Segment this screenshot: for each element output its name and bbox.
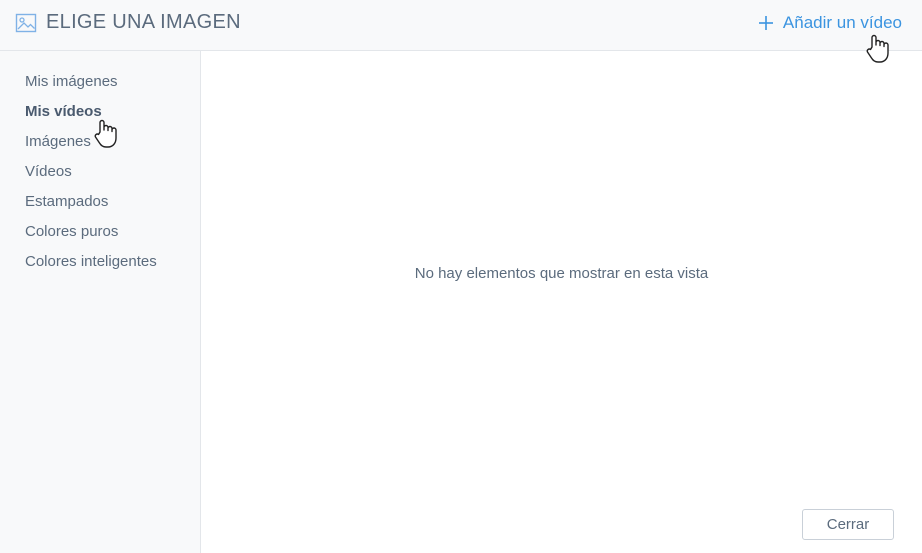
empty-state-message: No hay elementos que mostrar en esta vis…: [414, 265, 709, 282]
dialog-header: ELIGE UNA IMAGEN Añadir un vídeo: [0, 0, 922, 51]
content-area: No hay elementos que mostrar en esta vis…: [201, 51, 922, 553]
sidebar-list: Mis imágenes Mis vídeos Imágenes Vídeos …: [25, 73, 157, 283]
sidebar-item-estampados[interactable]: Estampados: [25, 193, 157, 223]
sidebar-item-imagenes[interactable]: Imágenes: [25, 133, 157, 163]
add-video-button[interactable]: Añadir un vídeo: [758, 13, 902, 33]
plus-icon: [758, 15, 774, 31]
sidebar-item-videos[interactable]: Vídeos: [25, 163, 157, 193]
dialog-title: ELIGE UNA IMAGEN: [46, 11, 241, 33]
sidebar-item-mis-videos[interactable]: Mis vídeos: [25, 103, 157, 133]
image-icon: [15, 12, 37, 34]
add-video-label: Añadir un vídeo: [782, 13, 902, 32]
sidebar-item-mis-imagenes[interactable]: Mis imágenes: [25, 73, 157, 103]
sidebar-item-colores-inteligentes[interactable]: Colores inteligentes: [25, 253, 157, 283]
close-button[interactable]: Cerrar: [802, 509, 894, 540]
sidebar-item-colores-puros[interactable]: Colores puros: [25, 223, 157, 253]
hand-cursor-icon: [93, 118, 119, 150]
hand-cursor-icon: [865, 33, 891, 65]
title-area: ELIGE UNA IMAGEN: [15, 11, 241, 34]
